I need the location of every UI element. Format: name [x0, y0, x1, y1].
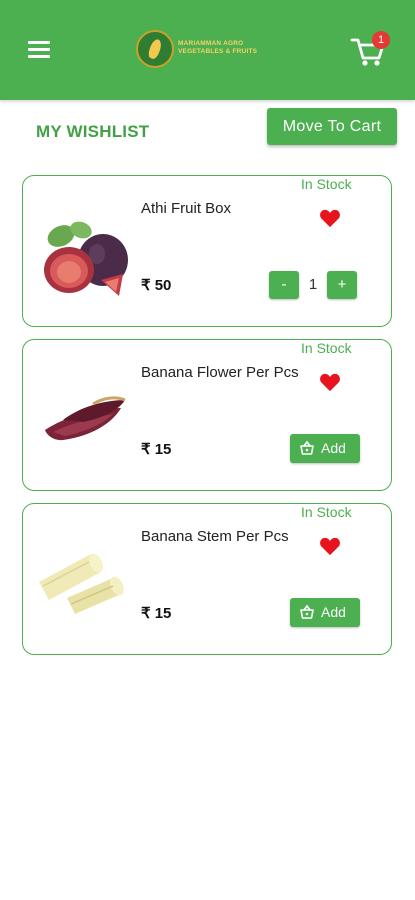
- logo-emblem-icon: [136, 30, 174, 68]
- menu-icon[interactable]: [28, 41, 50, 59]
- fig-fruit-icon: [44, 221, 128, 296]
- item-price: ₹ 15: [141, 605, 172, 622]
- add-label: Add: [321, 604, 346, 620]
- add-to-cart-button[interactable]: Add: [290, 598, 360, 627]
- heart-icon[interactable]: [319, 372, 341, 392]
- item-price: ₹ 15: [141, 441, 172, 458]
- add-label: Add: [321, 440, 346, 456]
- quantity-value: 1: [308, 276, 318, 293]
- quantity-stepper: - 1 +: [269, 271, 361, 299]
- wishlist-item-card[interactable]: Athi Fruit Box In Stock ₹ 50 - 1 +: [22, 175, 392, 327]
- shopping-basket-icon: [300, 604, 314, 619]
- logo-line-1: MARIAMMAN AGRO: [178, 40, 244, 47]
- brand-logo[interactable]: MARIAMMAN AGRO VEGETABLES & FRUITS: [136, 28, 266, 72]
- stock-status: In Stock: [301, 340, 352, 356]
- logo-line-2: VEGETABLES & FRUITS: [178, 48, 258, 55]
- heart-icon[interactable]: [319, 536, 341, 556]
- stock-status: In Stock: [301, 176, 352, 192]
- stock-status: In Stock: [301, 504, 352, 520]
- move-to-cart-button[interactable]: Move To Cart: [267, 108, 397, 145]
- wishlist-item-card[interactable]: Banana Flower Per Pcs In Stock ₹ 15 Add: [22, 339, 392, 491]
- shopping-basket-icon: [300, 440, 314, 455]
- item-name: Banana Flower Per Pcs: [141, 364, 299, 381]
- item-name: Athi Fruit Box: [141, 200, 232, 217]
- banana-stem-icon: [39, 553, 124, 614]
- banana-flower-icon: [45, 396, 126, 441]
- increase-quantity-button[interactable]: +: [327, 271, 357, 299]
- heart-icon[interactable]: [319, 208, 341, 228]
- cart-count-badge: 1: [372, 31, 390, 49]
- wishlist-item-card[interactable]: Banana Stem Per Pcs In Stock ₹ 15 Add: [22, 503, 392, 655]
- add-to-cart-button[interactable]: Add: [290, 434, 360, 463]
- app-header: MARIAMMAN AGRO VEGETABLES & FRUITS 1: [0, 0, 415, 100]
- decrease-quantity-button[interactable]: -: [269, 271, 299, 299]
- page-title: MY WISHLIST: [36, 122, 150, 141]
- item-name: Banana Stem Per Pcs: [141, 528, 289, 545]
- item-price: ₹ 50: [141, 277, 172, 294]
